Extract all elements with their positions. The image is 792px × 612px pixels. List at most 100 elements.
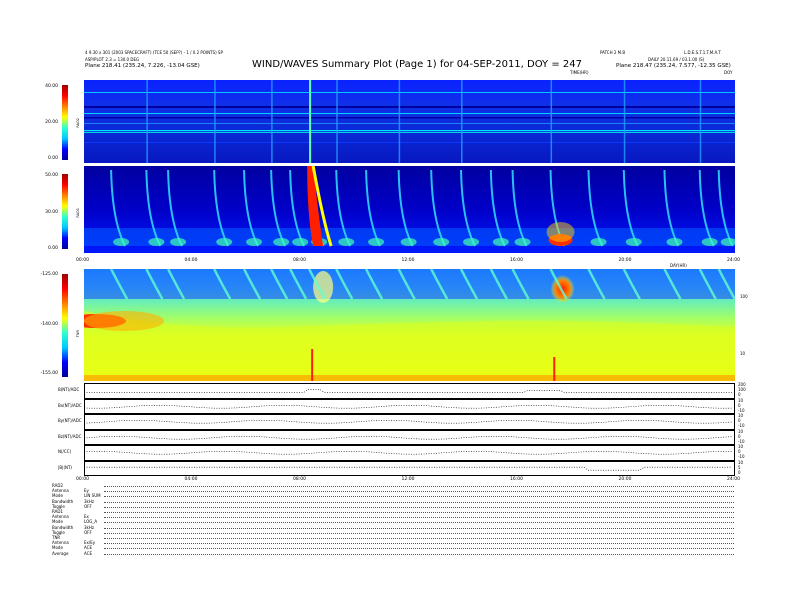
legend-key-8: Bandwidth (52, 524, 74, 530)
rad2-band-4 (84, 123, 735, 124)
strip-right-tick-2-2: -10 (738, 423, 745, 428)
legend-dots-11 (104, 543, 734, 545)
rad2-burst-6 (461, 80, 463, 163)
strip-right-tick-5-1: 5 (738, 464, 741, 470)
rad1-burst-foot-11 (170, 238, 187, 246)
tnr-spike-2 (553, 357, 556, 381)
tnr-spike-major (311, 349, 314, 381)
strip-right-tick-3-1: 0 (738, 433, 741, 439)
strip-trace-3 (84, 435, 733, 439)
legend-val-8: 3kHz (84, 524, 94, 530)
rad2-spectrogram (84, 80, 735, 163)
rad1-burst-foot-6 (463, 238, 480, 246)
strip-trace-0 (84, 389, 732, 393)
strip-line-2 (84, 420, 733, 424)
legend-val-9: OFF (84, 529, 92, 535)
strip-trace-2 (84, 420, 733, 424)
strip-line-3 (84, 435, 733, 439)
time-header-label: TIME(HR) (570, 70, 589, 75)
legend-dots-7 (104, 522, 734, 524)
rad1-colorbar (62, 174, 68, 249)
header-line3-right: Plane 218.47 (235.24, 7.577, -12.35 GSE) (616, 63, 731, 69)
tnr-ytick-1: -140.00 (40, 322, 58, 327)
tnr-left-orange (84, 311, 164, 331)
rad1-burst-foot-18 (590, 238, 607, 246)
legend-dots-5 (104, 512, 734, 513)
time-tick-bottom-0: 00:00 (76, 477, 89, 482)
tnr-colorbar (62, 274, 68, 377)
rad1-burst-foot-15 (433, 238, 450, 246)
strip-label-0: B(NT)/ADC (58, 387, 80, 392)
legend-dots-3 (104, 501, 734, 503)
rad1-burst-foot-1 (216, 238, 233, 246)
strip-line-1 (84, 404, 733, 408)
tnr-spectrogram (84, 269, 735, 381)
legend-dots-8 (104, 527, 734, 529)
header-line3-left: Plane 218.41 (235.24, 7.226, -13.04 GSE) (85, 63, 200, 69)
rad1-label: RAD1 (76, 208, 80, 218)
tnr-ytick-2: -155.00 (40, 371, 58, 376)
legend-val-13: ACE (84, 550, 92, 556)
strip-label-2: By(NT)/ADC (58, 418, 82, 423)
header-right-top2: L.D.E.S.T.1.T.M.A.T (684, 50, 721, 55)
strip-right-tick-4-2: -10 (738, 454, 745, 459)
legend-dots-2 (104, 496, 734, 498)
rad2-label: RAD2 (76, 118, 80, 128)
strip-trace-4 (84, 451, 732, 455)
rad2-ytick-1: 20.00 (45, 120, 58, 125)
time-tick-bottom-4: 16:00 (510, 477, 523, 482)
tnr-ytick-0: -125.00 (40, 272, 58, 277)
legend-dots-9 (104, 532, 734, 534)
time-tick-top-4: 16:00 (510, 258, 523, 263)
legend-dots-13 (104, 553, 734, 555)
rad2-burst-0 (146, 80, 148, 163)
rad2-burst-2 (271, 80, 273, 163)
header-line1-left: 4 9.30 x 301 (2003 SPACECRAFT) (TCE 50 (… (85, 50, 223, 55)
time-tick-bottom-6: 24:00 (727, 477, 740, 482)
strip-right-tick-3-2: -10 (738, 438, 745, 444)
rad2-band-7 (84, 142, 735, 143)
rad1-burst-foot-4 (338, 238, 355, 246)
rad1-ytick-0: 50.00 (45, 173, 58, 178)
rad2-burst-5 (398, 80, 401, 163)
rad2-burst-9 (699, 80, 702, 163)
strip-right-tick-0-2: 0 (738, 392, 741, 397)
strip-right-tick-3-0: 10 (738, 428, 744, 434)
legend-key-13: Average (52, 550, 69, 556)
rad2-band-5 (84, 130, 735, 132)
strip-right-tick-5-2: 0 (738, 469, 741, 475)
rad1-ytick-2: 0.00 (47, 246, 58, 251)
tnr-intense-blob (550, 275, 575, 303)
rad1-burst-foot-19 (666, 238, 683, 246)
legend-dots-10 (104, 538, 734, 539)
time-tick-bottom-5: 20:00 (618, 477, 632, 482)
rad1-spectrogram (84, 166, 735, 253)
legend-val-7: LOG_A (84, 519, 98, 525)
rad2-band-2 (84, 113, 735, 114)
rad1-intense-halo (546, 222, 575, 242)
tnr-right-tick-0: 100 (740, 294, 748, 299)
rad2-ytick-0: 40.00 (45, 84, 58, 89)
tnr-time-label: DAY(HR) (670, 263, 687, 268)
tnr-label: TNR (76, 330, 80, 338)
rad1-ytick-1: 30.00 (45, 210, 58, 215)
time-tick-top-2: 08:00 (293, 258, 306, 263)
header-line2-right: DAILY 20.11.69 / 03.1.00 (S) (648, 57, 705, 62)
header-right-top: PATCH 2 M.B (600, 50, 626, 55)
rad1-burst-foot-16 (492, 238, 509, 246)
time-tick-top-5: 20:00 (618, 258, 632, 263)
strip-label-1: Bx(NT)/ADC (58, 402, 82, 408)
rad1-burst-foot-5 (400, 238, 417, 246)
rad2-colorbar (62, 85, 68, 160)
legend-dots-0 (104, 486, 734, 487)
legend-dots-1 (104, 491, 734, 493)
strip-line-0 (84, 389, 732, 393)
rad2-ytick-2: 0.00 (47, 156, 58, 161)
rad2-burst-7 (550, 80, 553, 163)
strip-label-3: Bz(NT)/ADC (58, 433, 82, 439)
rad1-burst-foot-8 (625, 238, 642, 246)
rad2-band-0 (84, 92, 735, 93)
legend-key-3: Bandwidth (52, 498, 74, 504)
time-tick-bottom-3: 12:00 (401, 477, 415, 482)
strip-right-tick-1-0: 10 (738, 397, 744, 403)
